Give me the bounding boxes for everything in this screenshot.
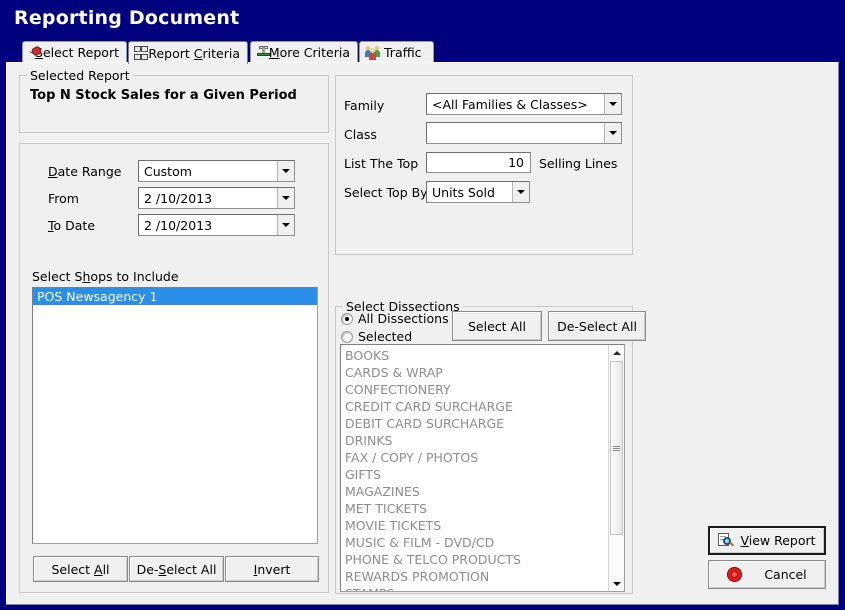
from-date-value: 2 /10/2013 (144, 190, 213, 206)
scrollbar-thumb[interactable] (610, 361, 623, 535)
to-date-value: 2 /10/2013 (144, 217, 213, 233)
list-item[interactable]: PHONE & TELCO PRODUCTS (341, 551, 607, 568)
scroll-up-arrow-icon[interactable] (609, 345, 624, 360)
filters-group: Family <All Families & Classes> Class Li… (335, 75, 633, 255)
shops-listbox[interactable]: POS Newsagency 1 (32, 287, 318, 544)
selected-report-group-title: Selected Report (27, 68, 133, 83)
list-item[interactable]: DRINKS (341, 432, 607, 449)
window-titlebar: Reporting Document (0, 0, 845, 42)
dissections-select-all-label: Select All (467, 318, 527, 334)
family-value: <All Families & Classes> (432, 96, 588, 112)
cancel-label: Cancel (764, 567, 807, 582)
date-range-combo[interactable]: Custom (138, 160, 295, 182)
to-date-combo[interactable]: 2 /10/2013 (138, 214, 295, 236)
from-date-dropdown-arrow[interactable] (277, 188, 294, 208)
list-the-top-input[interactable]: 10 (426, 152, 531, 173)
pushpin-icon (28, 46, 31, 60)
tab-select-report[interactable]: Select Report (22, 41, 127, 63)
date-range-dropdown-arrow[interactable] (277, 161, 294, 181)
selected-report-group: Selected Report Top N Stock Sales for a … (19, 68, 329, 133)
select-top-by-label: Select Top By (344, 185, 428, 200)
class-dropdown-arrow[interactable] (604, 123, 621, 143)
view-report-button[interactable]: View Report (708, 526, 826, 555)
family-label: Family (344, 98, 385, 113)
tab-strip: Select Report Report Criteria More Crite… (0, 41, 845, 64)
shops-select-all-label: Select All (51, 561, 110, 577)
list-item[interactable]: GIFTS (341, 466, 607, 483)
dissections-select-all-button[interactable]: Select All (452, 311, 542, 341)
class-combo[interactable] (426, 122, 622, 144)
to-date-dropdown-arrow[interactable] (277, 215, 294, 235)
list-item[interactable]: BOOKS (341, 347, 607, 364)
dissections-deselect-all-label: De-Select All (557, 318, 637, 334)
scroll-down-arrow-icon[interactable] (609, 576, 624, 591)
list-item[interactable]: MET TICKETS (341, 500, 607, 517)
tab-report-criteria-label: Report Criteria (148, 45, 240, 61)
radio-dot-icon (341, 330, 353, 343)
date-range-label: Date Range (48, 164, 122, 179)
list-item[interactable]: REWARDS PROMOTION (341, 568, 607, 585)
list-item[interactable]: STAMPS (341, 585, 607, 591)
shops-deselect-all-button[interactable]: De-Select All (129, 556, 224, 582)
from-date-combo[interactable]: 2 /10/2013 (138, 187, 295, 209)
radio-selected-label: Selected (358, 329, 413, 344)
radio-all-dissections-label: All Dissections (358, 311, 449, 326)
dissections-listbox[interactable]: BOOKS CARDS & WRAP CONFECTIONERY CREDIT CAR… (340, 344, 625, 592)
tab-more-criteria-label: More Criteria (268, 45, 350, 60)
list-item[interactable]: FAX / COPY / PHOTOS (341, 449, 607, 466)
list-item[interactable]: DEBIT CARD SURCHARGE (341, 415, 607, 432)
radio-all-dissections[interactable]: All Dissections (341, 311, 449, 326)
radio-selected[interactable]: Selected (341, 329, 412, 344)
radio-dot-icon (341, 312, 353, 325)
view-report-label: View Report (740, 533, 816, 548)
tab-traffic[interactable]: Traffic (359, 41, 434, 63)
family-combo[interactable]: <All Families & Classes> (426, 93, 622, 115)
thumb-grip-icon (613, 445, 620, 451)
select-top-by-dropdown-arrow[interactable] (512, 182, 529, 202)
tab-page-report-criteria: Selected Report Top N Stock Sales for a … (6, 62, 839, 605)
stop-icon (727, 567, 743, 582)
list-item[interactable]: MAGAZINES (341, 483, 607, 500)
list-item[interactable]: POS Newsagency 1 (33, 288, 317, 305)
select-shops-label: Select Shops to Include (32, 269, 179, 284)
cancel-button[interactable]: Cancel (708, 560, 826, 589)
selling-lines-label: Selling Lines (539, 156, 618, 171)
family-dropdown-arrow[interactable] (604, 94, 621, 114)
list-item[interactable]: MOVIE TICKETS (341, 517, 607, 534)
tab-report-criteria[interactable]: Report Criteria (128, 41, 248, 64)
tab-select-report-label: Select Report (35, 45, 119, 60)
tab-more-criteria[interactable]: More Criteria (250, 41, 358, 63)
list-item[interactable]: MUSIC & FILM - DVD/CD (341, 534, 607, 551)
people-icon (365, 45, 380, 60)
shops-invert-label: Invert (253, 561, 291, 577)
selected-report-name: Top N Stock Sales for a Given Period (30, 88, 297, 103)
reporting-document-window: Reporting Document Select Report Report … (0, 0, 845, 610)
select-top-by-combo[interactable]: Units Sold (426, 181, 530, 203)
dissections-scrollbar[interactable] (608, 345, 624, 591)
shops-select-all-button[interactable]: Select All (33, 556, 128, 582)
list-the-top-label: List The Top (344, 156, 419, 171)
window-title: Reporting Document (14, 7, 240, 29)
select-top-by-value: Units Sold (432, 184, 495, 200)
date-and-shops-group: Date Range Custom From 2 /10/2013 To Dat… (19, 143, 329, 593)
date-range-value: Custom (144, 163, 192, 179)
hierarchy-icon (134, 46, 148, 60)
shops-invert-button[interactable]: Invert (225, 556, 319, 582)
list-item[interactable]: CREDIT CARD SURCHARGE (341, 398, 607, 415)
tab-traffic-label: Traffic (384, 45, 422, 60)
shops-deselect-all-label: De-Select All (136, 561, 217, 577)
from-label: From (48, 191, 79, 206)
connector-icon (256, 45, 270, 60)
list-item[interactable]: CARDS & WRAP (341, 364, 607, 381)
list-item[interactable]: CONFECTIONERY (341, 381, 607, 398)
magnifier-page-icon (718, 533, 735, 548)
class-label: Class (344, 127, 377, 142)
dissections-deselect-all-button[interactable]: De-Select All (548, 311, 646, 341)
to-date-label: To Date (48, 218, 96, 233)
